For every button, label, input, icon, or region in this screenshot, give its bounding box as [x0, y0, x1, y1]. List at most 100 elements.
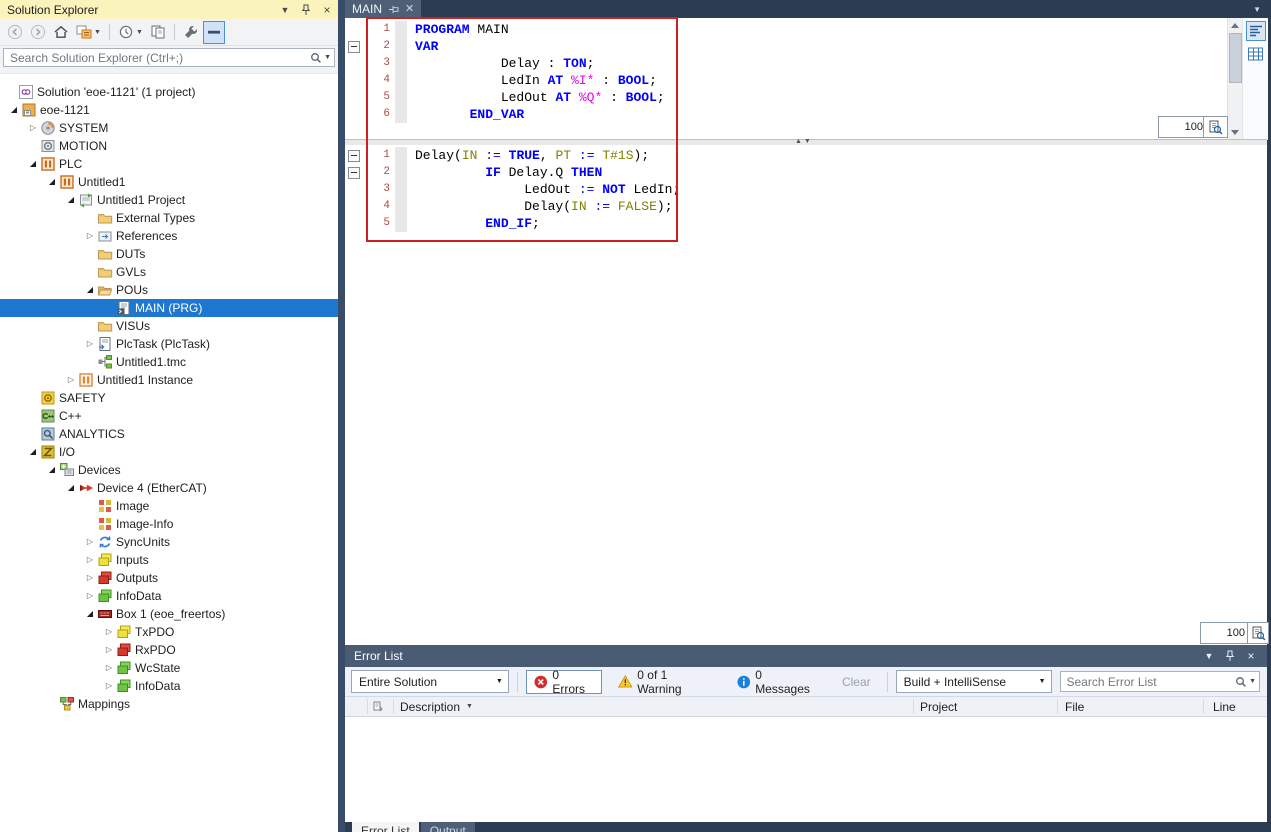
tree-item-motion[interactable]: MOTION [0, 137, 338, 155]
expand-expander-icon[interactable]: ▷ [102, 623, 116, 641]
tabular-view-icon[interactable] [1247, 45, 1265, 63]
home-button[interactable] [50, 21, 72, 44]
expand-expander-icon[interactable]: ▷ [64, 371, 78, 389]
code-line[interactable]: 5 END_IF; [345, 215, 1267, 232]
expand-expander-icon[interactable]: ▷ [83, 533, 97, 551]
implementation-zoom-level[interactable]: 100 [1200, 622, 1253, 644]
collapse-expander-icon[interactable]: ◢ [26, 443, 40, 461]
collapse-expander-icon[interactable]: ◢ [45, 173, 59, 191]
sync-with-active-document-button[interactable] [147, 21, 169, 44]
tab-pin-icon[interactable] [388, 5, 399, 14]
severity-column-icon[interactable] [373, 697, 383, 716]
tree-item-wcstate[interactable]: ▷WcState [0, 659, 338, 677]
breakpoint-margin[interactable] [395, 215, 407, 232]
tree-item-references[interactable]: ▷References [0, 227, 338, 245]
panel-splitter[interactable] [338, 0, 345, 832]
tree-item-box-1-eoe-freertos[interactable]: ◢Box 1 (eoe_freertos) [0, 605, 338, 623]
breakpoint-margin[interactable] [395, 198, 407, 215]
tab-output[interactable]: Output [421, 822, 475, 832]
fold-marker[interactable] [345, 147, 363, 164]
switch-views-button[interactable]: ▼ [73, 21, 104, 44]
code-line[interactable]: 5 LedOut AT %Q* : BOOL; [345, 89, 1227, 106]
code-line[interactable]: 6 END_VAR [345, 106, 1227, 123]
fold-marker[interactable] [345, 38, 363, 55]
scroll-up-icon[interactable] [1231, 23, 1239, 28]
close-icon[interactable]: × [1244, 649, 1258, 663]
tree-item-system[interactable]: ▷SYSTEM [0, 119, 338, 137]
expand-expander-icon[interactable]: ▷ [102, 677, 116, 695]
messages-filter-button[interactable]: 0 Messages [729, 670, 826, 694]
collapse-expander-icon[interactable]: ◢ [26, 155, 40, 173]
collapse-expander-icon[interactable]: ◢ [45, 461, 59, 479]
tree-item-untitled1-instance[interactable]: ▷Untitled1 Instance [0, 371, 338, 389]
tree-item-eoe-1121[interactable]: ◢eoe-1121 [0, 101, 338, 119]
collapse-fold-icon[interactable] [348, 150, 360, 162]
window-position-icon[interactable]: ▼ [1202, 649, 1216, 663]
tree-item-mappings[interactable]: Mappings [0, 695, 338, 713]
breakpoint-margin[interactable] [395, 147, 407, 164]
textual-view-icon[interactable] [1246, 21, 1266, 41]
tree-item-untitled1[interactable]: ◢Untitled1 [0, 173, 338, 191]
column-line[interactable]: Line [1213, 697, 1236, 716]
code-line[interactable]: 2VAR [345, 38, 1227, 55]
collapse-expander-icon[interactable]: ◢ [83, 281, 97, 299]
expand-expander-icon[interactable]: ▷ [26, 119, 40, 137]
breakpoint-margin[interactable] [395, 72, 407, 89]
build-filter-dropdown[interactable]: Build + IntelliSense ▼ [896, 670, 1052, 693]
column-description[interactable]: Description ▼ [400, 697, 473, 716]
column-file[interactable]: File [1065, 697, 1084, 716]
collapse-expander-icon[interactable]: ◢ [64, 191, 78, 209]
collapse-expander-icon[interactable]: ◢ [83, 605, 97, 623]
scope-dropdown[interactable]: Entire Solution ▼ [351, 670, 509, 693]
code-line[interactable]: 1PROGRAM MAIN [345, 21, 1227, 38]
implementation-editor[interactable]: 1Delay(IN := TRUE, PT := T#1S);2 IF Dela… [345, 145, 1267, 624]
warnings-filter-button[interactable]: 0 of 1 Warning [610, 670, 721, 694]
expand-expander-icon[interactable]: ▷ [102, 641, 116, 659]
fold-marker[interactable] [345, 164, 363, 181]
errors-filter-button[interactable]: 0 Errors [526, 670, 602, 694]
preview-selected-items-button[interactable] [203, 21, 225, 44]
collapse-expander-icon[interactable]: ◢ [64, 479, 78, 497]
tree-item-main-prg[interactable]: MAIN (PRG) [0, 299, 338, 317]
clear-button[interactable]: Clear [834, 670, 879, 694]
close-icon[interactable]: × [320, 3, 334, 17]
collapse-fold-icon[interactable] [348, 167, 360, 179]
tab-close-icon[interactable]: ✕ [405, 0, 414, 18]
error-list-titlebar[interactable]: Error List ▼ × [345, 645, 1267, 667]
search-options-caret-icon[interactable]: ▼ [1249, 678, 1256, 685]
tree-item-i-o[interactable]: ◢I/O [0, 443, 338, 461]
tab-error-list[interactable]: Error List [352, 822, 419, 832]
window-position-icon[interactable]: ▼ [278, 3, 292, 17]
solution-explorer-titlebar[interactable]: Solution Explorer ▼ × [0, 0, 338, 19]
tree-item-visus[interactable]: VISUs [0, 317, 338, 335]
expand-expander-icon[interactable]: ▷ [102, 659, 116, 677]
tree-item-c[interactable]: C++ [0, 407, 338, 425]
code-line[interactable]: 4 Delay(IN := FALSE); [345, 198, 1267, 215]
search-icon[interactable] [1235, 676, 1247, 688]
code-line[interactable]: 3 Delay : TON; [345, 55, 1227, 72]
tree-item-solution-eoe-1121-1-project[interactable]: Solution 'eoe-1121' (1 project) [0, 83, 338, 101]
column-project[interactable]: Project [920, 697, 957, 716]
expand-expander-icon[interactable]: ▷ [83, 335, 97, 353]
tree-item-duts[interactable]: DUTs [0, 245, 338, 263]
code-line[interactable]: 4 LedIn AT %I* : BOOL; [345, 72, 1227, 89]
tree-item-analytics[interactable]: ANALYTICS [0, 425, 338, 443]
error-search-box[interactable]: ▼ [1060, 671, 1261, 692]
auto-hide-pin-icon[interactable] [1223, 649, 1237, 663]
back-button[interactable] [4, 21, 26, 44]
breakpoint-margin[interactable] [395, 21, 407, 38]
tree-item-inputs[interactable]: ▷Inputs [0, 551, 338, 569]
tree-item-device-4-ethercat[interactable]: ◢Device 4 (EtherCAT) [0, 479, 338, 497]
expand-expander-icon[interactable]: ▷ [83, 227, 97, 245]
code-line[interactable]: 2 IF Delay.Q THEN [345, 164, 1267, 181]
declaration-editor[interactable]: 1PROGRAM MAIN2VAR3 Delay : TON;4 LedIn A… [345, 18, 1227, 143]
tree-item-rxpdo[interactable]: ▷RxPDO [0, 641, 338, 659]
search-input[interactable] [10, 51, 310, 65]
search-box[interactable]: ▼ [3, 48, 335, 67]
breakpoint-margin[interactable] [395, 89, 407, 106]
expand-expander-icon[interactable]: ▷ [83, 569, 97, 587]
breakpoint-margin[interactable] [395, 38, 407, 55]
tree-item-image[interactable]: Image [0, 497, 338, 515]
tree-item-pous[interactable]: ◢POUs [0, 281, 338, 299]
breakpoint-margin[interactable] [395, 164, 407, 181]
